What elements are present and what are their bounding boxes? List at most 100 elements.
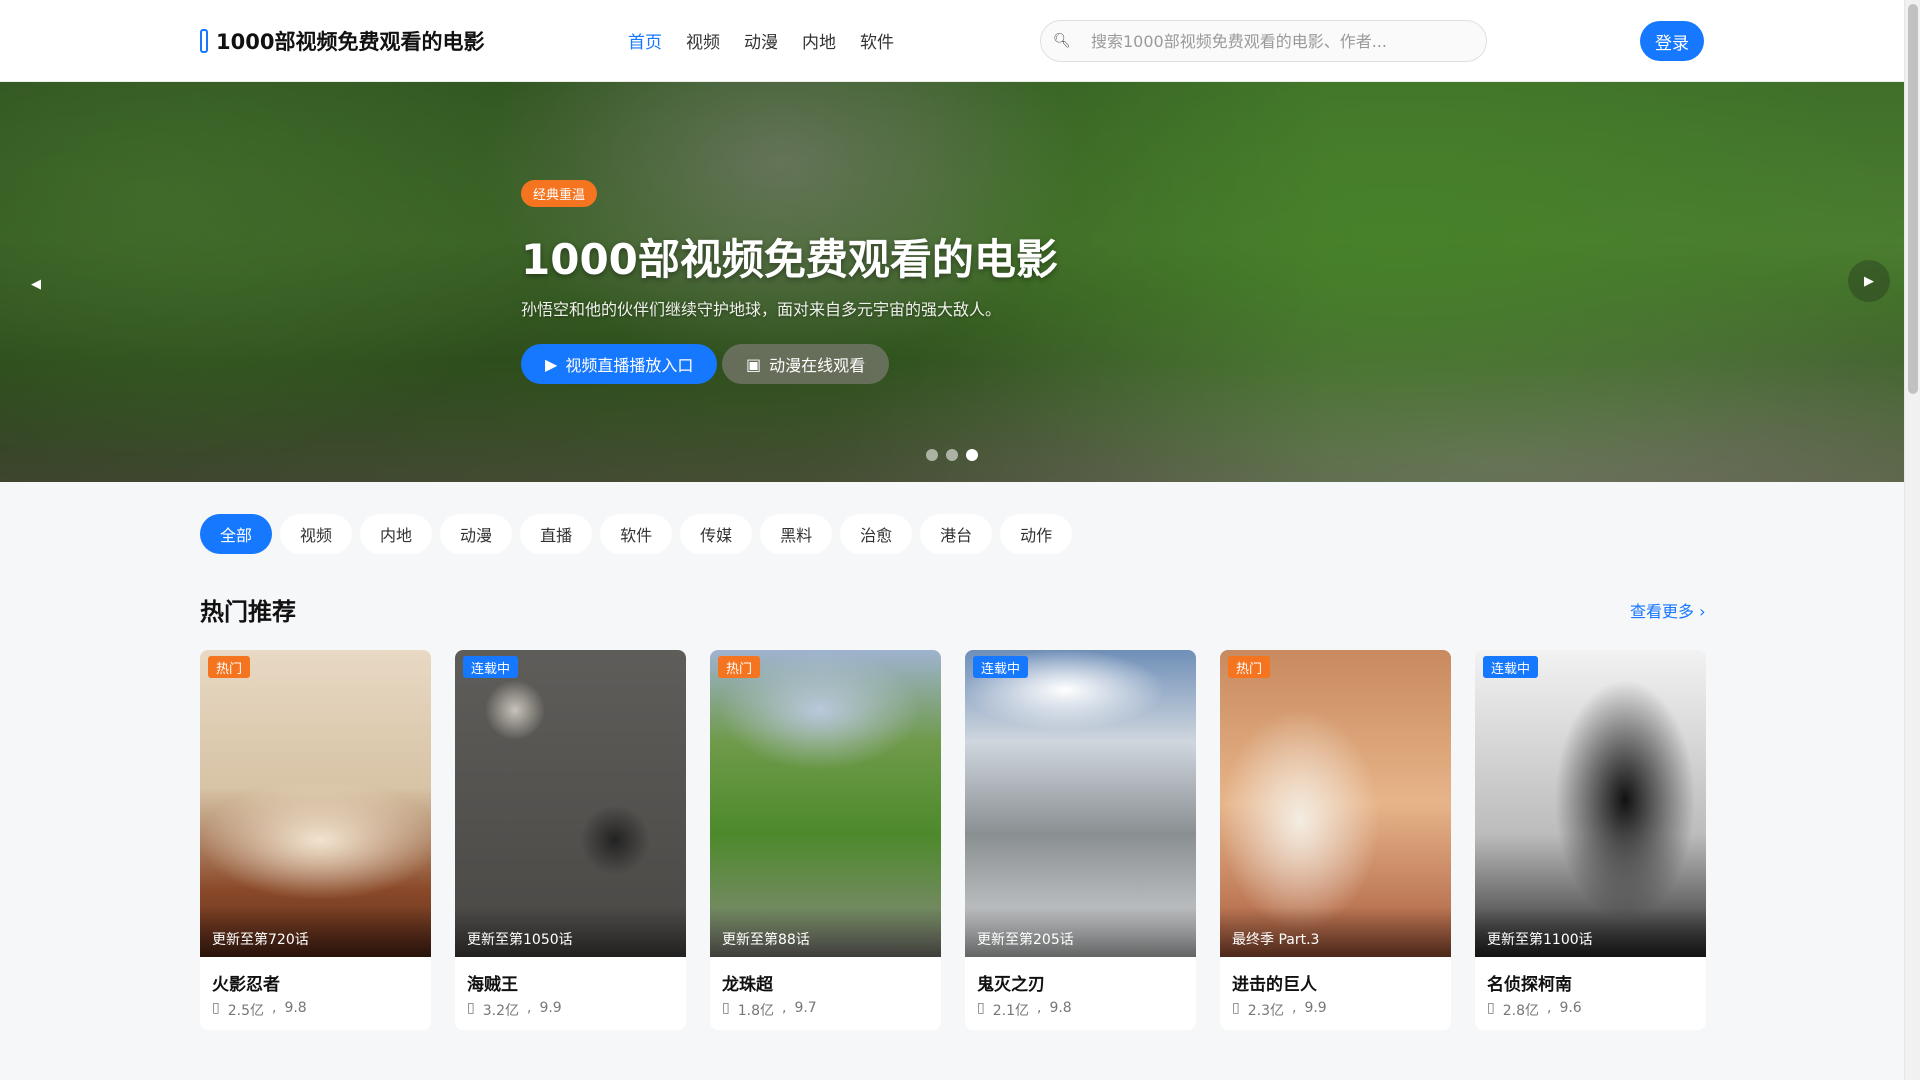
search-icon[interactable]: 🔍︎ [1053,33,1073,49]
card-meta: ▯ 2.8亿 , 9.6 [1487,1000,1582,1020]
card-title[interactable]: 名侦探柯南 [1487,970,1572,995]
live-entry-label: 视频直播播放入口 [565,356,694,375]
card-rating: 9.8 [1049,1000,1072,1016]
rating-icon: , [271,1000,277,1016]
card-title[interactable]: 龙珠超 [722,970,773,995]
card-rating: 9.6 [1559,1000,1582,1016]
card-thumbnail[interactable]: 热门 更新至第88话 [710,650,941,957]
rating-icon: , [1546,1000,1552,1016]
slide-dot-2[interactable] [946,449,958,461]
card-views: 2.8亿 [1502,1003,1539,1019]
video-card[interactable]: 连载中 更新至第1050话 海贼王 ▯ 3.2亿 , 9.9 [455,650,686,1030]
category-gossip[interactable]: 黑料 [760,514,833,554]
card-meta: ▯ 2.5亿 , 9.8 [212,1000,307,1020]
card-thumbnail[interactable]: 连载中 更新至第1050话 [455,650,686,957]
slide-dot-3[interactable] [966,449,978,461]
page-scrollbar[interactable] [1904,0,1920,1080]
nav-item-software[interactable]: 软件 [860,28,894,53]
video-card[interactable]: 连载中 更新至第205话 鬼灭之刃 ▯ 2.1亿 , 9.8 [965,650,1196,1030]
card-tag: 连载中 [463,656,519,678]
views-icon: ▯ [977,1000,985,1016]
card-title[interactable]: 海贼王 [467,970,518,995]
view-more-label: 查看更多 [1630,602,1695,621]
view-more-link[interactable]: 查看更多 › [1630,598,1706,622]
card-rating: 9.7 [794,1000,817,1016]
card-views: 2.5亿 [227,1003,264,1019]
card-thumbnail[interactable]: 连载中 更新至第205话 [965,650,1196,957]
card-thumbnail[interactable]: 热门 更新至第720话 [200,650,431,957]
card-thumbnail[interactable]: 热门 最终季 Part.3 [1220,650,1451,957]
category-media[interactable]: 传媒 [680,514,753,554]
rating-icon: , [1036,1000,1042,1016]
card-views: 1.8亿 [737,1003,774,1019]
card-title[interactable]: 进击的巨人 [1232,970,1317,995]
video-card[interactable]: 热门 更新至第720话 火影忍者 ▯ 2.5亿 , 9.8 [200,650,431,1030]
site-header: 1000部视频免费观看的电影 首页 视频 动漫 内地 软件 🔍︎ 登录 [0,0,1904,82]
watch-anime-button[interactable]: ▣ 动漫在线观看 [722,344,890,384]
hero-title: 1000部视频免费观看的电影 [521,235,1058,284]
card-tag: 连载中 [973,656,1029,678]
scrollbar-thumb[interactable] [1908,4,1918,394]
hero-banner: 经典重温 1000部视频免费观看的电影 孙悟空和他的伙伴们继续守护地球，面对来自… [0,82,1904,482]
rating-icon: , [526,1000,532,1016]
category-mainland[interactable]: 内地 [360,514,433,554]
rating-icon: , [781,1000,787,1016]
hero-subtitle: 孙悟空和他的伙伴们继续守护地球，面对来自多元宇宙的强大敌人。 [521,300,1002,319]
category-video[interactable]: 视频 [280,514,353,554]
card-update: 更新至第88话 [710,907,941,957]
card-thumbnail[interactable]: 连载中 更新至第1100话 [1475,650,1706,957]
search-input[interactable] [1091,31,1471,51]
category-anime[interactable]: 动漫 [440,514,513,554]
prev-slide-button[interactable]: ◀ [22,270,50,298]
category-software[interactable]: 软件 [600,514,673,554]
nav-item-anime[interactable]: 动漫 [744,28,778,53]
nav-item-mainland[interactable]: 内地 [802,28,836,53]
views-icon: ▯ [1487,1000,1495,1016]
video-card[interactable]: 热门 更新至第88话 龙珠超 ▯ 1.8亿 , 9.7 [710,650,941,1030]
slide-dot-1[interactable] [926,449,938,461]
card-tag: 热门 [208,656,251,678]
card-title[interactable]: 火影忍者 [212,970,280,995]
next-slide-button[interactable]: ▶ [1848,260,1890,302]
live-entry-button[interactable]: ▶ 视频直播播放入口 [521,344,718,384]
card-rating: 9.9 [1304,1000,1327,1016]
nav-item-home[interactable]: 首页 [628,28,662,53]
tv-icon: ▣ [746,354,762,374]
views-icon: ▯ [1232,1000,1240,1016]
card-tag: 热门 [718,656,761,678]
card-meta: ▯ 2.1亿 , 9.8 [977,1000,1072,1020]
chevron-right-icon: › [1699,602,1706,621]
chevron-right-icon: ▶ [1864,273,1874,289]
category-action[interactable]: 动作 [1000,514,1073,554]
card-views: 2.3亿 [1247,1003,1284,1019]
card-views: 3.2亿 [482,1003,519,1019]
category-all[interactable]: 全部 [200,514,273,554]
card-meta: ▯ 2.3亿 , 9.9 [1232,1000,1327,1020]
video-card[interactable]: 热门 最终季 Part.3 进击的巨人 ▯ 2.3亿 , 9.9 [1220,650,1451,1030]
chevron-left-icon: ◀ [31,276,41,292]
main-nav: 首页 视频 动漫 内地 软件 [628,28,894,53]
card-grid: 热门 更新至第720话 火影忍者 ▯ 2.5亿 , 9.8 连载中 更新至第10… [200,650,1706,1030]
card-tag: 连载中 [1483,656,1539,678]
nav-item-video[interactable]: 视频 [686,28,720,53]
card-update: 更新至第1050话 [455,907,686,957]
views-icon: ▯ [467,1000,475,1016]
slide-indicators [926,449,978,461]
card-tag: 热门 [1228,656,1271,678]
card-rating: 9.8 [284,1000,307,1016]
search-box: 🔍︎ [1040,20,1487,62]
views-icon: ▯ [722,1000,730,1016]
card-title[interactable]: 鬼灭之刃 [977,970,1045,995]
watch-anime-label: 动漫在线观看 [769,356,866,375]
category-filter: 全部 视频 内地 动漫 直播 软件 传媒 黑料 治愈 港台 动作 [200,514,1073,554]
play-icon: ▶ [545,354,558,374]
category-healing[interactable]: 治愈 [840,514,913,554]
category-live[interactable]: 直播 [520,514,593,554]
logo-icon [200,29,208,53]
site-logo[interactable]: 1000部视频免费观看的电影 [200,26,484,56]
login-button[interactable]: 登录 [1640,21,1704,61]
card-meta: ▯ 1.8亿 , 9.7 [722,1000,817,1020]
video-card[interactable]: 连载中 更新至第1100话 名侦探柯南 ▯ 2.8亿 , 9.6 [1475,650,1706,1030]
card-update: 最终季 Part.3 [1220,907,1451,957]
category-hktw[interactable]: 港台 [920,514,993,554]
